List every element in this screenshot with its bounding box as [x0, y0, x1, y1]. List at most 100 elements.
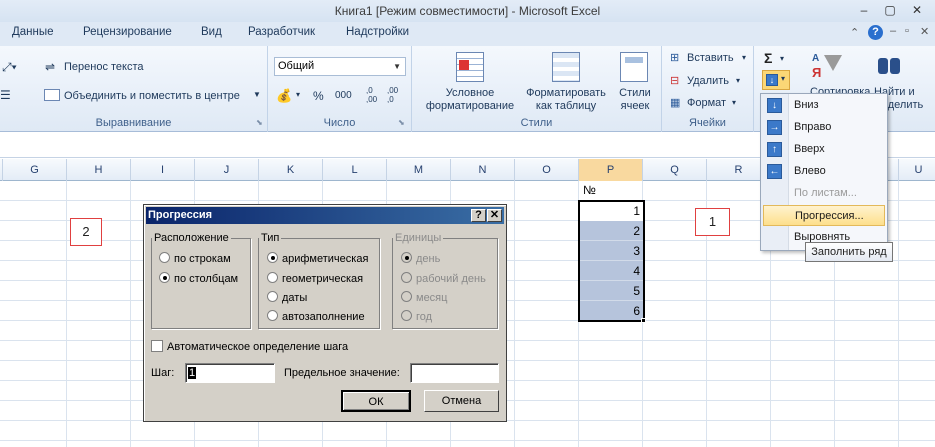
ribbon-collapse-icon[interactable]: ⌃ [850, 26, 859, 39]
conditional-formatting-icon [456, 52, 484, 82]
cell-styles-icon [620, 52, 648, 82]
radio-columns-label: по столбцам [174, 273, 239, 285]
units-legend: Единицы [395, 232, 442, 244]
close-window-button[interactable]: ✕ [905, 2, 929, 18]
ok-button[interactable]: ОК [341, 390, 411, 412]
format-cells-button[interactable]: Формат [687, 97, 726, 109]
column-header-n[interactable]: N [451, 159, 515, 181]
tab-review[interactable]: Рецензирование [83, 26, 172, 38]
tab-data[interactable]: Данные [12, 26, 54, 38]
radio-dates[interactable]: даты [267, 291, 307, 304]
alignment-launcher-icon[interactable]: ⬊ [256, 118, 263, 127]
orientation-icon[interactable]: ⤢▾ [2, 60, 17, 75]
limit-input[interactable] [410, 363, 499, 383]
radio-workday-circle [401, 272, 412, 283]
step-input[interactable]: 1 [185, 363, 275, 383]
styles-group-label: Стили [520, 117, 553, 129]
menu-item-right[interactable]: → Вправо [761, 117, 887, 138]
minimize-button[interactable]: – [852, 2, 876, 18]
menu-item-label: По листам... [794, 187, 857, 199]
fill-handle[interactable] [641, 318, 646, 323]
format-dropdown-icon[interactable]: ▾ [732, 98, 736, 107]
alignment-group-label: Выравнивание [95, 117, 172, 129]
increase-decimal-button[interactable]: ,0 ,00 [366, 86, 377, 104]
tab-view[interactable]: Вид [201, 26, 222, 38]
menu-item-down[interactable]: ↓ Вниз [761, 95, 887, 116]
radio-dates-label: даты [282, 292, 308, 304]
thousands-button[interactable]: 000 [335, 90, 352, 101]
radio-columns-circle [159, 272, 170, 283]
column-header-m[interactable]: M [387, 159, 451, 181]
merge-center-button[interactable]: Объединить и поместить в центре [64, 90, 240, 102]
column-header-p[interactable]: P [579, 159, 643, 181]
radio-rows[interactable]: по строкам [159, 252, 231, 265]
radio-arithmetic[interactable]: арифметическая [267, 252, 368, 265]
radio-workday-label: рабочий день [416, 273, 486, 285]
format-as-table-button[interactable]: Форматировать как таблицу [520, 87, 612, 113]
radio-autofill[interactable]: автозаполнение [267, 310, 365, 323]
column-header-k[interactable]: K [259, 159, 323, 181]
menu-item-label: Прогрессия... [795, 210, 864, 222]
insert-cells-button[interactable]: Вставить [687, 52, 734, 64]
maximize-button[interactable]: ▢ [878, 2, 902, 18]
dialog-help-button[interactable]: ? [471, 209, 486, 222]
cell-styles-button[interactable]: Стили ячеек [610, 87, 660, 113]
decrease-decimal-button[interactable]: ,00 ,0 [387, 86, 398, 104]
window-title: Книга1 [Режим совместимости] - Microsoft… [334, 4, 601, 18]
auto-step-checkbox[interactable]: Автоматическое определение шага [151, 340, 348, 353]
tab-addins[interactable]: Надстройки [346, 26, 409, 38]
number-group: Общий ▼ 💰 ▾ % 000 ,0 ,00 ,00 ,0 Число ⬊ [268, 46, 412, 132]
column-header-q[interactable]: Q [643, 159, 707, 181]
radio-day-label: день [416, 253, 441, 265]
fill-button[interactable]: ↓ ▾ [762, 70, 790, 90]
radio-workday: рабочий день [401, 272, 486, 285]
insert-dropdown-icon[interactable]: ▾ [742, 53, 746, 62]
number-format-value: Общий [278, 60, 315, 72]
menu-item-up[interactable]: ↑ Вверх [761, 139, 887, 160]
radio-geometric[interactable]: геометрическая [267, 272, 363, 285]
arrow-right-icon: → [767, 120, 782, 135]
column-header-g[interactable]: G [3, 159, 67, 181]
autosum-dropdown-icon[interactable]: ▾ [780, 54, 784, 63]
sort-filter-icon: A Я [810, 51, 842, 81]
autosum-button[interactable]: Σ [764, 50, 772, 66]
tab-developer[interactable]: Разработчик [248, 26, 315, 38]
currency-icon[interactable]: 💰 [276, 88, 292, 104]
radio-rows-circle [159, 252, 170, 263]
currency-dropdown-icon[interactable]: ▾ [296, 90, 300, 99]
column-header-o[interactable]: O [515, 159, 579, 181]
doc-close-icon[interactable]: ✕ [920, 25, 929, 38]
column-header-l[interactable]: L [323, 159, 387, 181]
merge-center-icon [44, 89, 60, 101]
number-format-dropdown-icon[interactable]: ▼ [393, 58, 401, 75]
title-bar: Книга1 [Режим совместимости] - Microsoft… [0, 0, 935, 22]
column-header-i[interactable]: I [131, 159, 195, 181]
radio-month-circle [401, 291, 412, 302]
percent-button[interactable]: % [313, 89, 324, 103]
help-icon[interactable]: ? [868, 25, 883, 40]
checkbox-box [151, 340, 163, 352]
delete-cells-button[interactable]: Удалить [687, 75, 729, 87]
merge-dropdown-icon[interactable]: ▼ [253, 90, 261, 99]
number-format-select[interactable]: Общий ▼ [274, 57, 406, 76]
menu-item-series[interactable]: Прогрессия... [763, 205, 885, 226]
cancel-button[interactable]: Отмена [424, 390, 499, 412]
column-header-h[interactable]: H [67, 159, 131, 181]
delete-dropdown-icon[interactable]: ▾ [736, 76, 740, 85]
column-header-j[interactable]: J [195, 159, 259, 181]
column-header-u[interactable]: U [899, 159, 935, 181]
menu-item-label: Вниз [794, 99, 819, 111]
doc-restore-icon[interactable]: ▫ [905, 25, 909, 37]
doc-minimize-icon[interactable]: – [890, 25, 896, 37]
cell-p-header[interactable]: № [583, 183, 596, 197]
radio-year: год [401, 310, 432, 323]
radio-columns[interactable]: по столбцам [159, 272, 238, 285]
conditional-formatting-button[interactable]: Условное форматирование [412, 87, 528, 113]
indent-icon[interactable]: ☰ [0, 88, 11, 102]
dialog-close-button[interactable]: ✕ [487, 209, 502, 222]
wrap-text-button[interactable]: Перенос текста [64, 61, 144, 73]
callout-1: 1 [695, 208, 730, 236]
menu-item-left[interactable]: ← Влево [761, 161, 887, 182]
find-select-icon [876, 54, 904, 78]
number-launcher-icon[interactable]: ⬊ [398, 118, 405, 127]
